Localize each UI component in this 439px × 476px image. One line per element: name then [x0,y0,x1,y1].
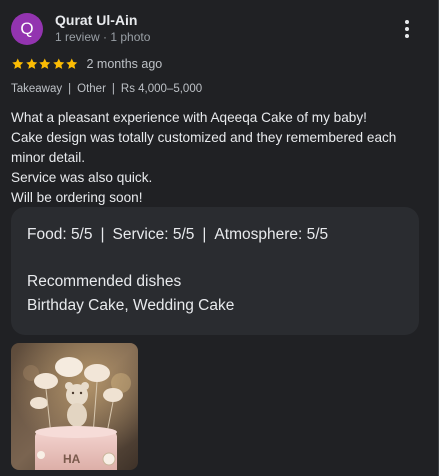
star-icon [25,58,37,69]
review-line: Service was also quick. [11,170,153,185]
recommended-dishes-heading: Recommended dishes [27,273,182,290]
review-line: Cake design was totally customized and t… [11,130,397,145]
tag-separator: | [68,83,72,95]
star-icon [52,58,64,69]
food-rating: Food: 5/5 [27,226,93,243]
cake-photo-image: HA [11,343,138,470]
review-text: What a pleasant experience with Aqeeqa C… [11,108,431,208]
service-rating: Service: 5/5 [112,226,195,243]
rating-row: 2 months ago [11,56,162,72]
review-date: 2 months ago [86,57,163,71]
star-icon [66,58,78,69]
cake-text: HA [63,452,81,466]
review-details-card: Food: 5/5 | Service: 5/5 | Atmosphere: 5/5 R… [11,207,419,335]
avatar-initial: Q [20,19,34,38]
more-vert-icon [405,20,409,24]
recommended-dishes-list: Birthday Cake, Wedding Cake [27,297,235,314]
review-card: Q Qurat Ul-Ain 1 review · 1 photo 2 mont… [0,0,439,476]
review-line: What a pleasant experience with Aqeeqa C… [11,110,367,125]
atmosphere-rating: Atmosphere: 5/5 [214,226,329,243]
star-icon [39,58,51,69]
more-options-button[interactable] [396,17,418,41]
tag-price: Rs 4,000–5,000 [120,83,203,95]
tag-separator: | [111,83,115,95]
review-photo[interactable]: HA [11,343,138,470]
rating-separator: | [100,226,105,243]
star-rating [11,57,79,71]
tag-category: Other [77,83,106,95]
tag-service-type: Takeaway [11,83,63,95]
sub-ratings: Food: 5/5 | Service: 5/5 | Atmosphere: 5/5 [27,226,328,244]
reviewer-meta: 1 review · 1 photo [55,30,151,44]
reviewer-name[interactable]: Qurat Ul-Ain [55,12,137,28]
review-tags: Takeaway | Other | Rs 4,000–5,000 [11,83,202,95]
review-line: minor detail. [11,150,86,165]
avatar[interactable]: Q [11,13,43,45]
rating-separator: | [202,226,207,243]
star-icon [12,58,24,69]
review-line: Will be ordering soon! [11,190,143,205]
